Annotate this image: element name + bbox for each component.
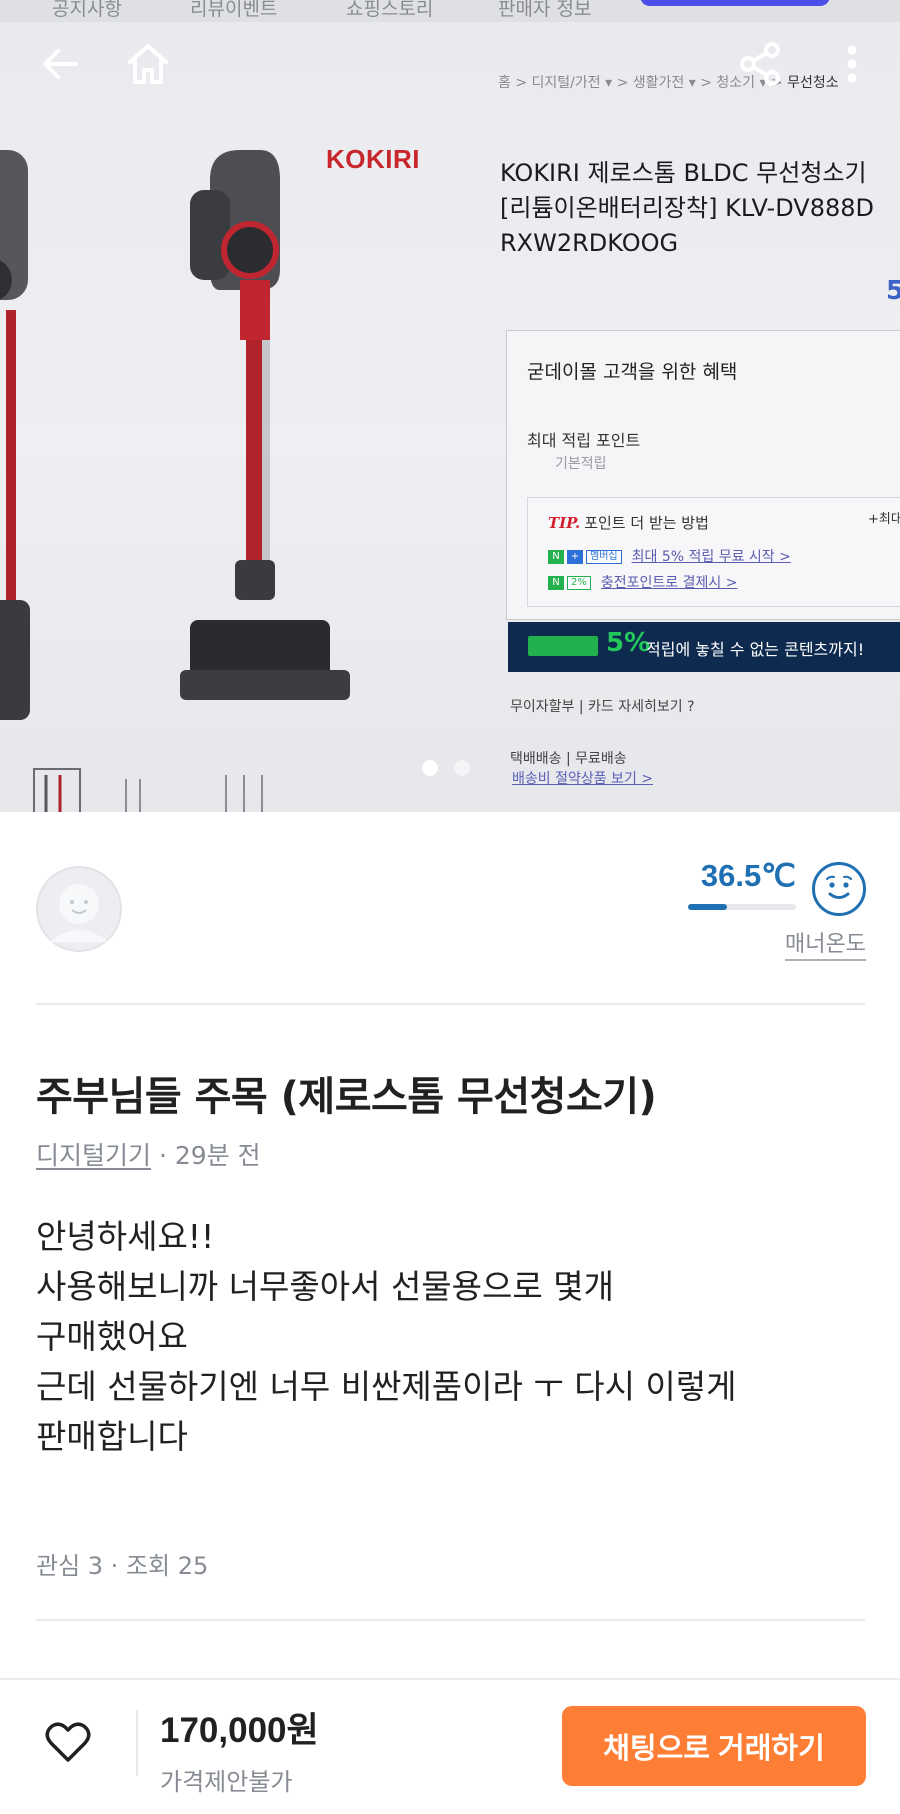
promo-banner: 5% 적립에 놓칠 수 없는 콘텐츠까지!: [508, 622, 900, 672]
membership-badge-icon: [528, 636, 598, 656]
tip-text: 포인트 더 받는 방법: [584, 514, 709, 532]
breadcrumb-item: 홈: [498, 75, 511, 91]
tip-right-text: +최대: [868, 512, 900, 527]
benefit-title: 굳데이몰 고객을 위한 혜택: [527, 361, 738, 383]
promo-text: 적립에 놓칠 수 없는 콘텐츠까지!: [646, 640, 865, 659]
breadcrumb-item: 생활가전: [632, 75, 685, 91]
brand-logo: KOKIRI: [326, 144, 420, 174]
product-price: 170,000원: [160, 1711, 319, 1750]
tip-row: N 2% 충전포인트로 결제시 >: [548, 572, 737, 592]
photo-price-fragment: 5: [886, 276, 900, 306]
post-body-line: 안녕하세요!!: [36, 1217, 215, 1256]
smile-face-icon: [812, 862, 866, 916]
post-body-line: 근데 선물하기엔 너무 비싼제품이라 ㅜ 다시 이렇게: [36, 1367, 737, 1406]
manner-temp-bar: [688, 904, 796, 910]
tip-link: 최대 5% 적립 무료 시작 >: [631, 549, 791, 565]
post-category-link[interactable]: 디지털기기: [36, 1141, 151, 1170]
home-button[interactable]: [120, 36, 176, 92]
percent-badge: 2%: [567, 576, 591, 590]
share-button[interactable]: [732, 36, 788, 92]
more-button[interactable]: [824, 36, 880, 92]
breadcrumb-item: 디지털/가전: [531, 75, 601, 91]
vacuum-left-image: [0, 150, 30, 720]
heart-icon: [45, 1722, 91, 1762]
naver-n-icon: N: [548, 550, 564, 564]
thumbnail-strip: [33, 768, 263, 812]
arrow-left-icon: [43, 49, 78, 79]
manner-temp-label[interactable]: 매너온도: [785, 926, 866, 961]
carousel-indicator: [422, 760, 470, 776]
plus-icon: +: [567, 550, 583, 564]
product-photo-carousel[interactable]: 공지사항 리뷰이벤트 쇼핑스토리 판매자 정보 홈 > 디지털/가전 ▾ > 생…: [0, 0, 900, 812]
vacuum-main-image: [180, 150, 350, 700]
tip-row: N + 멤버십 최대 5% 적립 무료 시작 >: [548, 546, 791, 566]
bottom-action-bar: 170,000원 가격제안불가 채팅으로 거래하기: [0, 1678, 900, 1814]
monitor-tab: 공지사항: [52, 0, 122, 20]
default-avatar-icon: [36, 866, 122, 952]
bar-separator: [136, 1710, 138, 1776]
manner-temperature[interactable]: 36.5℃ 매너온도: [666, 858, 866, 961]
benefit-box: 굳데이몰 고객을 위한 혜택 최대 적립 포인트 기본적립 TIP. 포인트 더 …: [506, 330, 900, 620]
more-vertical-icon: [847, 45, 857, 83]
shipping-row: 택배배송 | 무료배송: [510, 751, 627, 767]
back-button[interactable]: [32, 36, 88, 92]
post-body-line: 사용해보니까 너무좋아서 선물용으로 몇개: [36, 1267, 614, 1306]
home-icon: [128, 44, 168, 84]
monitor-pill: [640, 0, 830, 6]
tip-box: TIP. 포인트 더 받는 방법 +최대 N + 멤버십 최대 5% 적립 무료 시작 …: [527, 497, 900, 607]
carousel-dot[interactable]: [454, 760, 470, 776]
post-title: 주부님들 주목 (제로스톰 무선청소기): [36, 1074, 657, 1120]
monitor-tab: 쇼핑스토리: [346, 0, 434, 20]
post-time: · 29분 전: [151, 1141, 261, 1170]
installment-row: 무이자할부 | 카드 자세히보기 ?: [510, 699, 695, 715]
section-divider: [36, 1003, 865, 1005]
photo-product-title: KOKIRI 제로스톰 BLDC 무선청소기 [리튬이온배터리장착] KLV-D…: [500, 159, 874, 257]
promo-percent: 5%: [606, 628, 651, 658]
manner-temp-fill: [688, 904, 728, 910]
monitor-tab-strip: 공지사항 리뷰이벤트 쇼핑스토리 판매자 정보: [0, 0, 900, 22]
manner-temp-value: 36.5℃: [700, 858, 796, 893]
share-icon: [740, 42, 780, 86]
carousel-dot-active[interactable]: [422, 760, 438, 776]
basic-points-label: 기본적립: [555, 456, 607, 472]
chat-trade-button[interactable]: 채팅으로 거래하기: [562, 1706, 866, 1786]
tip-heading: TIP. 포인트 더 받는 방법: [548, 512, 709, 533]
post-body-line: 판매합니다: [36, 1417, 188, 1456]
max-points-label: 최대 적립 포인트: [527, 431, 641, 450]
membership-badge: 멤버십: [586, 550, 622, 564]
post-stats: 관심 3 · 조회 25: [36, 1552, 209, 1580]
price-offer-note: 가격제안불가: [160, 1768, 293, 1796]
naver-n-icon: N: [548, 576, 564, 590]
section-divider: [36, 1619, 865, 1621]
monitor-tab: 판매자 정보: [498, 0, 592, 20]
monitor-tab: 리뷰이벤트: [190, 0, 278, 20]
post-meta: 디지털기기 · 29분 전: [36, 1136, 261, 1172]
like-button[interactable]: [40, 1714, 96, 1770]
post-body: 안녕하세요!! 사용해보니까 너무좋아서 선물용으로 몇개 구매했어요 근데 선…: [36, 1212, 876, 1462]
seller-avatar[interactable]: [36, 866, 122, 952]
tip-link: 충전포인트로 결제시 >: [600, 575, 738, 591]
shipping-link: 배송비 절약상품 보기 >: [512, 771, 654, 787]
tip-label: TIP.: [548, 514, 581, 532]
post-body-line: 구매했어요: [36, 1317, 188, 1356]
